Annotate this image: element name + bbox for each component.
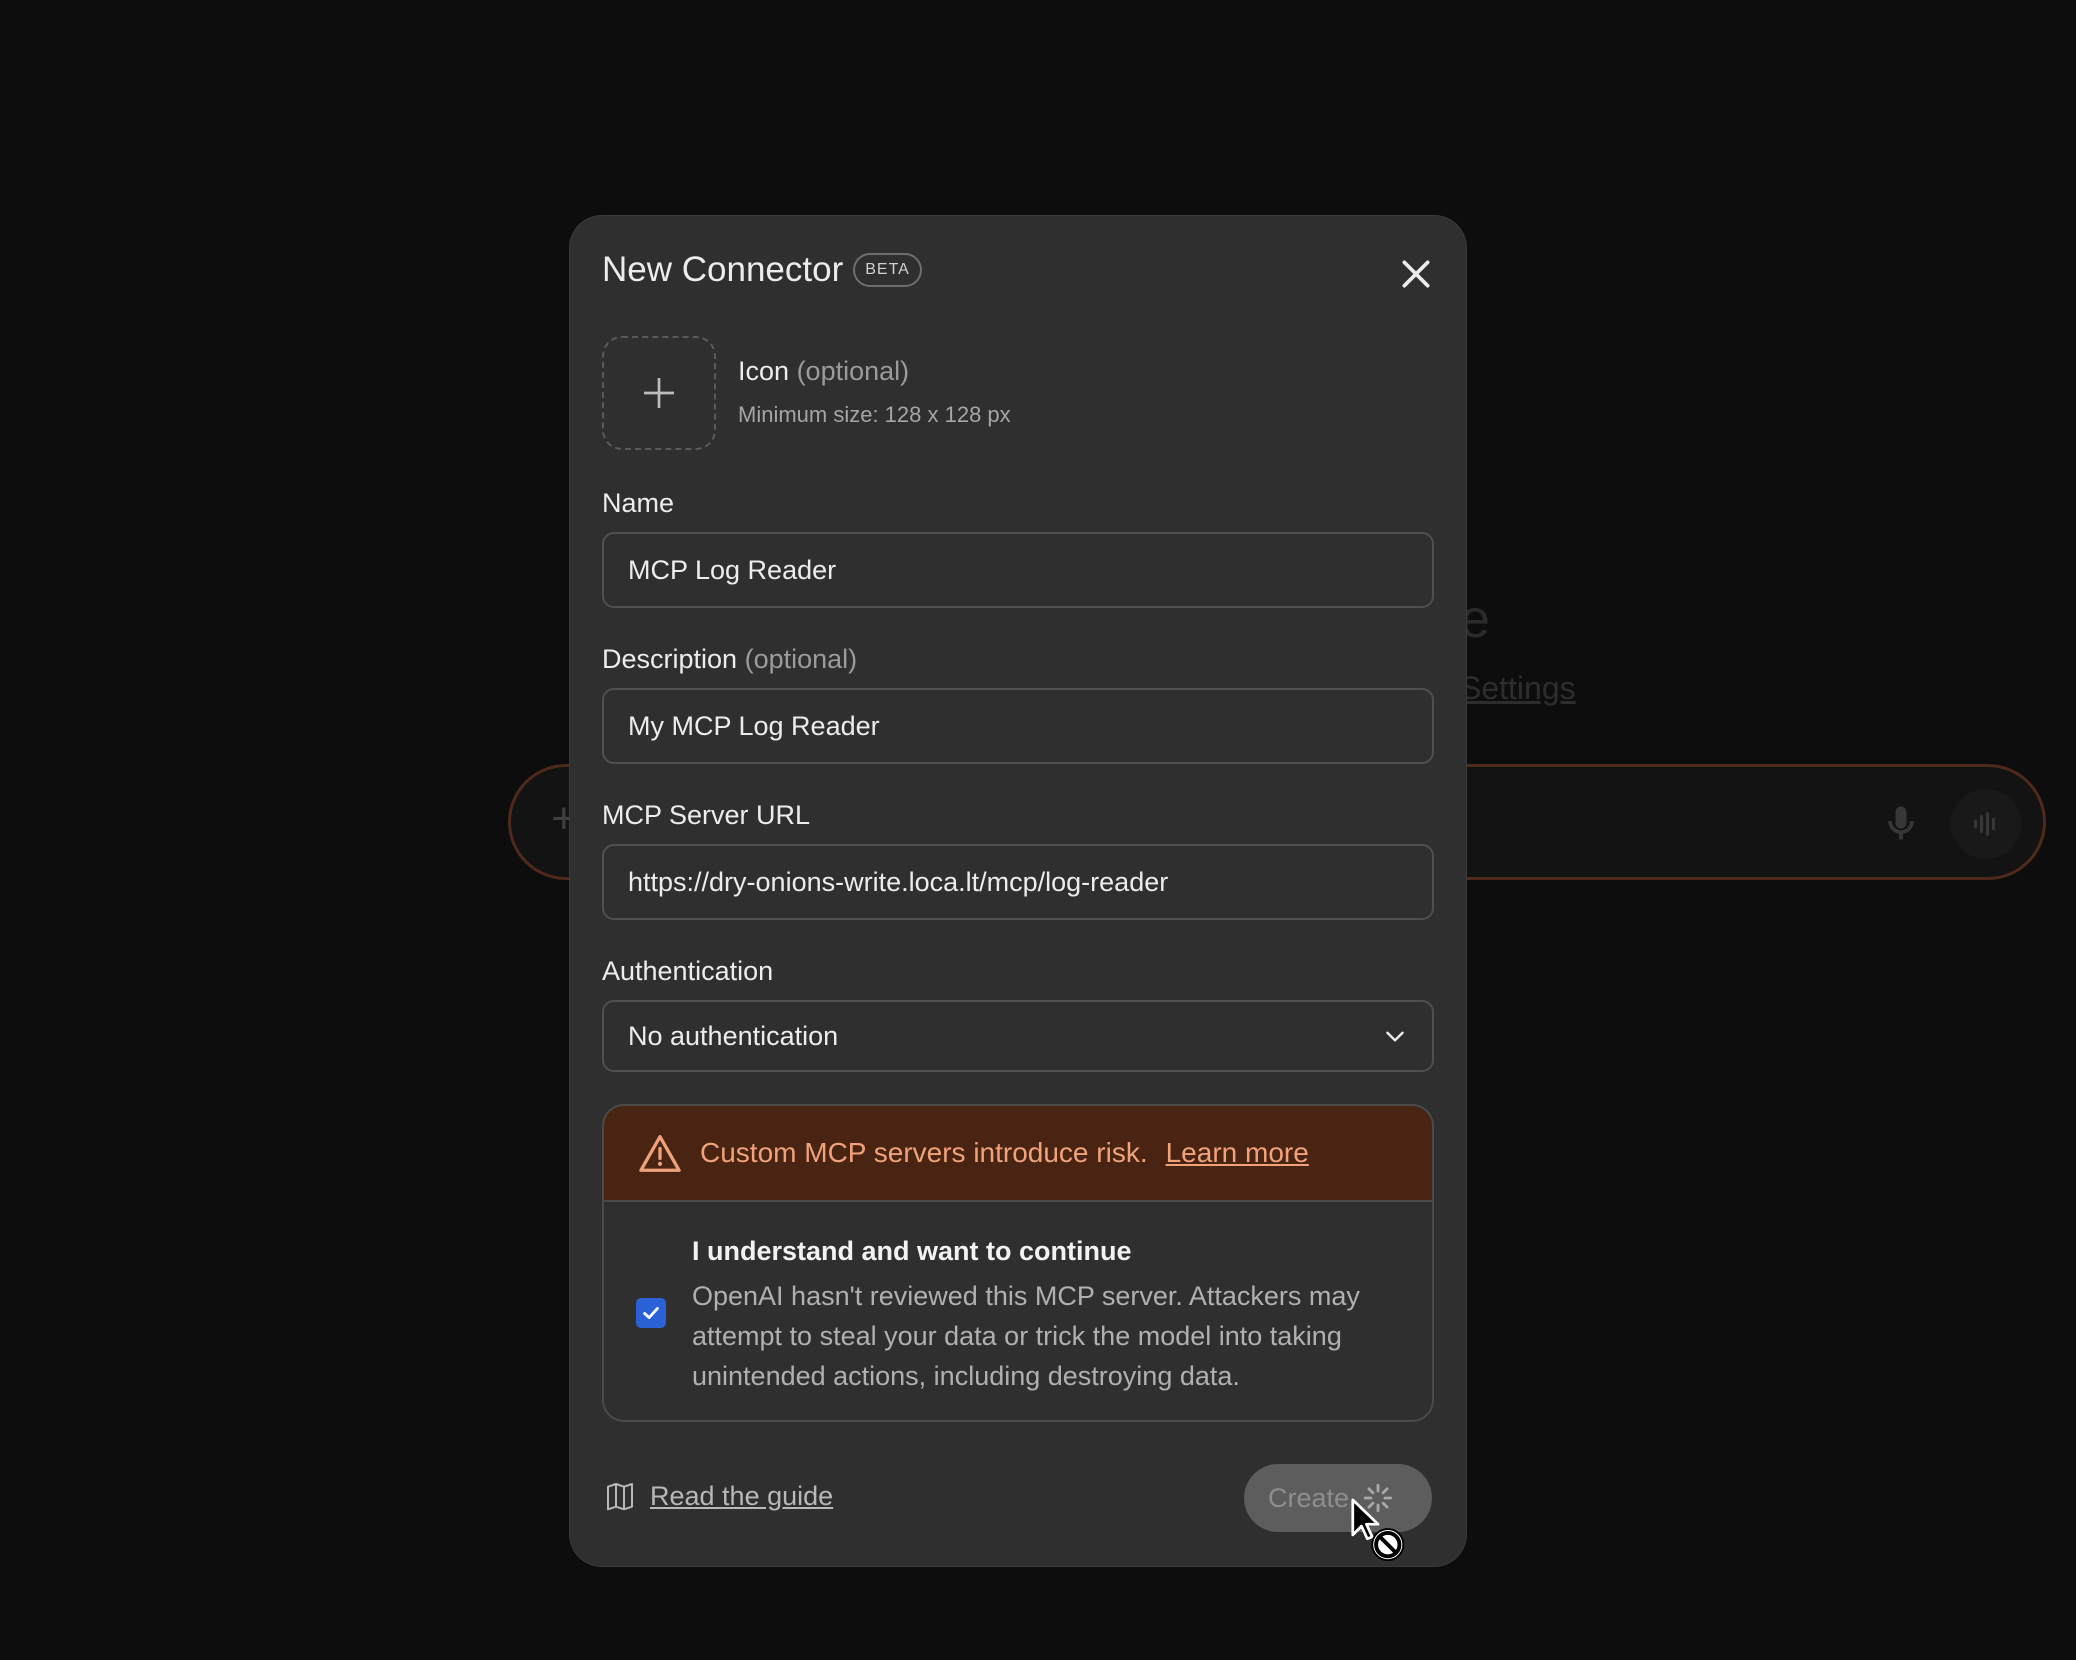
server-url-label: MCP Server URL <box>602 800 811 830</box>
description-label-text: Description <box>602 644 738 674</box>
optional-hint: (optional) <box>744 644 858 674</box>
dialog-title: New Connector <box>602 250 844 289</box>
server-url-input[interactable] <box>602 844 1434 920</box>
icon-upload-button[interactable] <box>602 336 716 450</box>
read-guide-link[interactable]: Read the guide <box>604 1480 833 1512</box>
authentication-selected: No authentication <box>628 1020 839 1051</box>
authentication-label: Authentication <box>602 956 774 986</box>
description-input[interactable] <box>602 688 1434 764</box>
consent-title: I understand and want to continue <box>692 1236 1132 1266</box>
dialog-header: New Connector BETA <box>602 250 922 290</box>
consent-checkbox[interactable] <box>636 1298 666 1328</box>
icon-field-label: Icon (optional) <box>738 356 909 387</box>
new-connector-dialog: New Connector BETA Icon (optional) Minim… <box>570 216 1466 1566</box>
icon-label-text: Icon <box>738 356 790 386</box>
plus-icon <box>644 378 674 408</box>
description-label: Description (optional) <box>602 644 857 675</box>
warning-icon <box>639 1135 681 1172</box>
create-button-label: Create <box>1268 1482 1350 1513</box>
book-icon <box>607 1483 633 1511</box>
consent-body: OpenAI hasn't reviewed this MCP server. … <box>692 1281 1360 1391</box>
learn-more-link[interactable]: Learn more <box>1166 1137 1309 1169</box>
name-label: Name <box>602 488 675 518</box>
optional-hint: (optional) <box>796 356 910 386</box>
chevron-down-icon <box>1386 1031 1404 1042</box>
beta-badge: BETA <box>853 253 922 287</box>
close-icon[interactable] <box>1396 254 1436 294</box>
warning-banner: Custom MCP servers introduce risk. Learn… <box>604 1106 1432 1202</box>
authentication-select[interactable]: No authentication <box>602 1000 1434 1072</box>
checkmark-icon <box>643 1307 659 1319</box>
consent-section: I understand and want to continue OpenAI… <box>604 1202 1432 1420</box>
read-guide-text: Read the guide <box>650 1480 834 1511</box>
name-input[interactable] <box>602 532 1434 608</box>
not-allowed-cursor-icon <box>1351 1498 1405 1562</box>
icon-size-hint: Minimum size: 128 x 128 px <box>738 402 1011 427</box>
risk-warning: Custom MCP servers introduce risk. Learn… <box>602 1104 1434 1422</box>
warning-text: Custom MCP servers introduce risk. <box>700 1137 1148 1168</box>
